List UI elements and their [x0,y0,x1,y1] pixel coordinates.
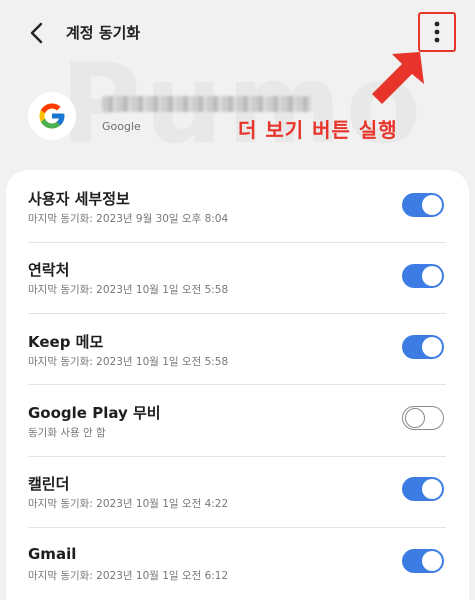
sync-item-calendar[interactable]: 캘린더 마지막 동기화: 2023년 10월 1일 오전 4:22 [6,456,469,528]
sync-item-play-movies[interactable]: Google Play 무비 동기화 사용 안 함 [6,384,469,456]
sync-item-title: 사용자 세부정보 [28,190,130,208]
chevron-left-icon [30,22,43,44]
sync-item-title: 캘린더 [28,475,70,493]
toggle-knob [422,551,442,571]
back-button[interactable] [22,18,52,48]
sync-item-subtitle: 마지막 동기화: 2023년 10월 1일 오전 4:22 [28,498,229,510]
toggle-knob [405,408,425,428]
sync-toggle-keep[interactable] [402,335,444,359]
sync-item-contacts[interactable]: 연락처 마지막 동기화: 2023년 10월 1일 오전 5:58 [6,242,469,314]
annotation-text: 더 보기 버튼 실행 [238,118,398,142]
sync-item-gmail[interactable]: Gmail 마지막 동기화: 2023년 10월 1일 오전 6:12 [6,527,469,599]
sync-item-subtitle: 동기화 사용 안 함 [28,427,106,439]
toggle-knob [422,479,442,499]
sync-item-keep[interactable]: Keep 메모 마지막 동기화: 2023년 10월 1일 오전 5:58 [6,313,469,385]
toggle-knob [422,266,442,286]
google-logo-icon [28,92,76,140]
sync-item-title: Gmail [28,545,77,563]
sync-toggle-calendar[interactable] [402,477,444,501]
sync-item-title: Google Play 무비 [28,404,161,422]
sync-item-subtitle: 마지막 동기화: 2023년 10월 1일 오전 6:12 [28,570,229,582]
sync-item-subtitle: 마지막 동기화: 2023년 9월 30일 오후 8:04 [28,213,229,225]
sync-toggle-user-details[interactable] [402,193,444,217]
account-provider: Google [102,120,141,133]
sync-toggle-gmail[interactable] [402,549,444,573]
toggle-knob [422,195,442,215]
more-vert-icon [434,21,440,43]
sync-item-title: Keep 메모 [28,333,104,351]
sync-item-subtitle: 마지막 동기화: 2023년 10월 1일 오전 5:58 [28,284,229,296]
sync-list: 사용자 세부정보 마지막 동기화: 2023년 9월 30일 오후 8:04 연… [6,170,469,600]
sync-toggle-play-movies[interactable] [402,406,444,430]
sync-item-subtitle: 마지막 동기화: 2023년 10월 1일 오전 5:58 [28,356,229,368]
email-redacted [102,96,312,112]
sync-item-user-details[interactable]: 사용자 세부정보 마지막 동기화: 2023년 9월 30일 오후 8:04 [6,170,469,242]
toggle-knob [422,337,442,357]
sync-toggle-contacts[interactable] [402,264,444,288]
sync-item-title: 연락처 [28,261,70,279]
